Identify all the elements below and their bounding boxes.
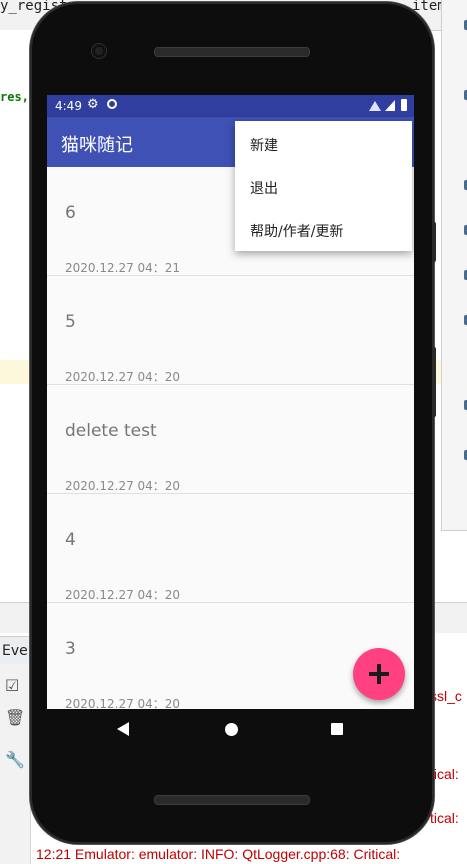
recents-icon[interactable] [331,723,343,735]
note-date: 2020.12.27 04：20 [65,370,181,384]
bottom-speaker-grille [154,795,310,805]
status-time: 4:49 [55,99,82,113]
log-line: tical: [430,810,459,826]
speaker-grille [154,47,310,57]
note-title: 4 [65,530,76,550]
menu-item-help[interactable]: 帮助/作者/更新 [250,221,343,241]
menu-item-new[interactable]: 新建 [250,135,278,155]
log-line: ssl_c [430,688,462,704]
add-note-button[interactable] [353,648,405,700]
sync-icon [107,99,117,109]
list-item[interactable]: 4 2020.12.27 04：20 [47,494,414,603]
signal-icon [385,100,395,111]
ide-bottom-toolbar: ☑ 🗑 🔧 [0,664,31,864]
home-icon[interactable] [225,723,238,736]
gear-icon: ⚙ [87,97,99,112]
log-line: tical: [430,766,459,782]
note-title: 5 [65,312,76,332]
trash-icon[interactable]: 🗑 [5,710,25,726]
volume-button[interactable] [432,222,436,262]
app-title: 猫咪随记 [61,135,133,156]
note-date: 2020.12.27 04：20 [65,697,181,709]
phone-frame: 4:49 ⚙ 猫咪随记 6 2020.12.27 04：21 5 2020.12… [30,2,436,844]
note-title: 3 [65,639,76,659]
overflow-menu: 新建 退出 帮助/作者/更新 [235,121,412,251]
wrench-icon[interactable]: 🔧 [5,752,25,768]
log-line: 12:21 Emulator: emulator: INFO: QtLogger… [36,846,401,862]
back-icon[interactable] [117,722,129,736]
status-bar: 4:49 ⚙ [47,95,414,117]
note-title: 6 [65,203,76,223]
note-title: delete test [65,421,157,441]
note-date: 2020.12.27 04：20 [65,479,181,493]
ide-right-panel [441,0,467,531]
device-screen: 4:49 ⚙ 猫咪随记 6 2020.12.27 04：21 5 2020.12… [47,95,414,709]
camera-icon [92,44,106,58]
ide-code-snippet: res, [0,90,29,104]
add-icon-stroke [377,664,381,684]
wifi-icon [369,101,381,111]
checkbox-icon[interactable]: ☑ [5,678,21,694]
list-item[interactable]: delete test 2020.12.27 04：20 [47,385,414,494]
list-item[interactable]: 5 2020.12.27 04：20 [47,276,414,385]
battery-icon [401,99,407,111]
note-date: 2020.12.27 04：20 [65,588,181,602]
note-date: 2020.12.27 04：21 [65,261,181,275]
menu-item-exit[interactable]: 退出 [250,178,278,198]
power-button[interactable] [432,347,436,417]
